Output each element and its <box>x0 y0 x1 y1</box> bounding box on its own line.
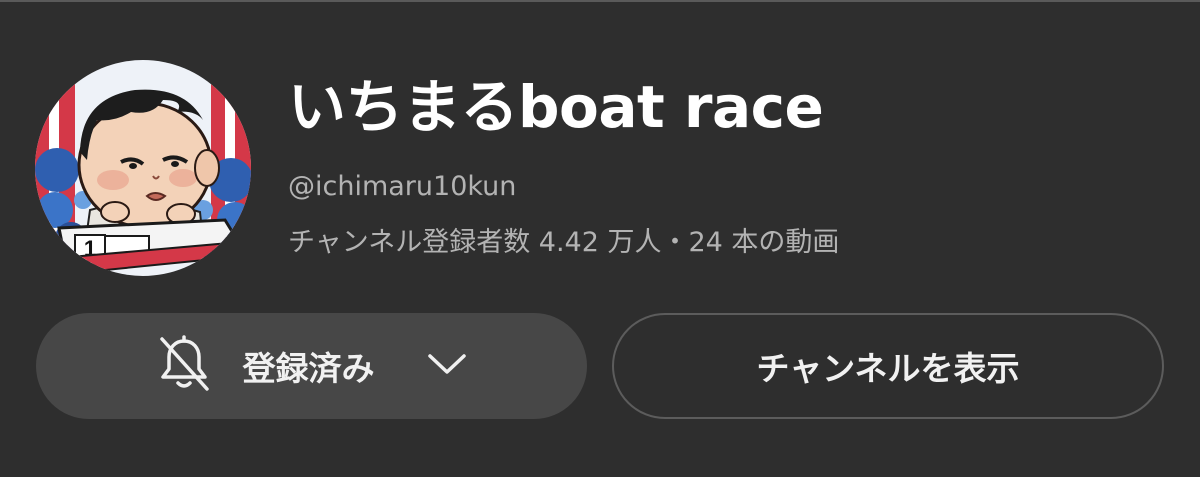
channel-stats: チャンネル登録者数 4.42 万人・24 本の動画 <box>288 227 840 258</box>
subscribed-button[interactable]: 登録済み <box>36 313 587 419</box>
channel-handle: @ichimaru10kun <box>288 171 517 202</box>
channel-avatar[interactable]: 1 <box>35 60 251 276</box>
avatar-illustration: 1 <box>35 60 251 276</box>
view-channel-label: チャンネルを表示 <box>756 349 1020 388</box>
subscribed-label: 登録済み <box>242 349 375 388</box>
chevron-down-icon <box>427 352 467 380</box>
bell-off-icon <box>157 335 211 397</box>
channel-name: いちまるboat race <box>288 73 824 141</box>
view-channel-button[interactable]: チャンネルを表示 <box>612 313 1164 419</box>
top-divider <box>0 0 1200 2</box>
